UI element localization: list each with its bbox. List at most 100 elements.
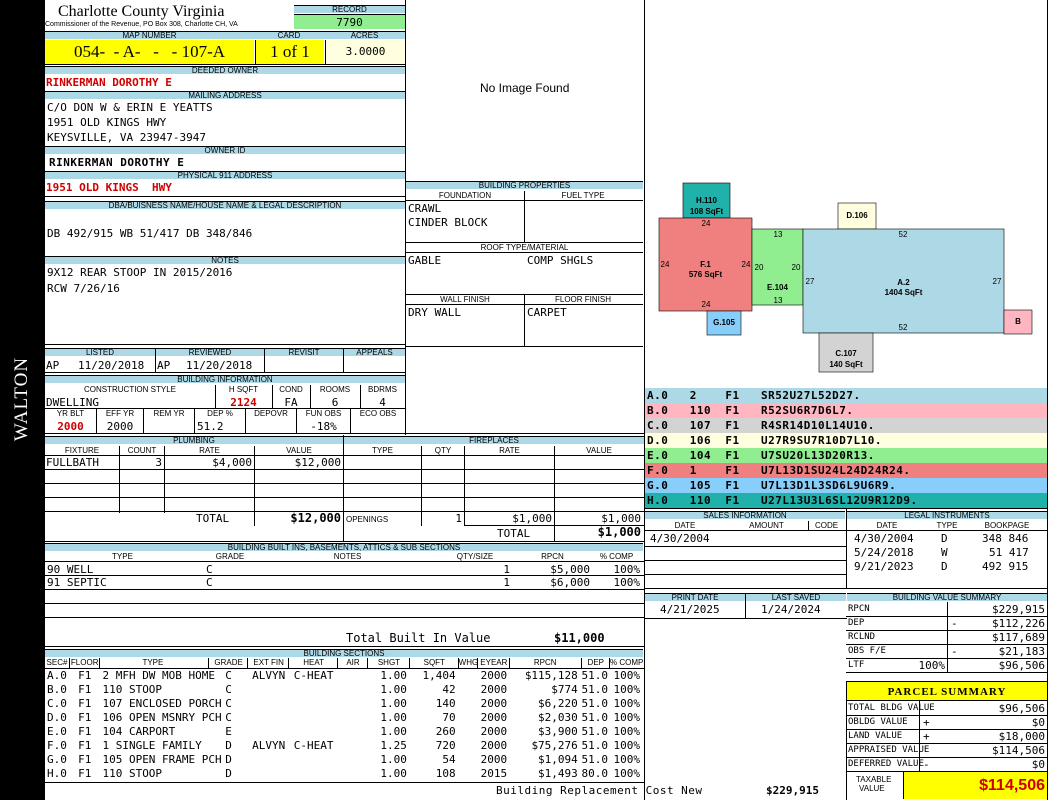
sections-cell: 51.0 (581, 669, 609, 682)
sections-cell: 42 (442, 683, 456, 696)
reviewed-by: AP (157, 359, 171, 372)
sections-cell: 140 (435, 697, 456, 710)
sections-col-10: EYEAR (480, 658, 508, 667)
ps-value: $0 (1031, 716, 1045, 729)
appeals-label: APPEALS (344, 348, 405, 356)
sketch-legend: A.0 2 F1 SR52U27L52D27. B.0 110 F1 R52SU… (645, 388, 1047, 508)
sections-cell: 2000 (480, 669, 508, 682)
sketch-label-d-code: D.106 (846, 211, 868, 220)
plumbing-total: $12,000 (290, 511, 341, 525)
sketch-dim: 24 (701, 219, 711, 228)
sections-cell: 1.00 (380, 711, 407, 724)
sections-cell: 51.0 (581, 697, 609, 710)
map-number-label: MAP NUMBER (45, 31, 254, 39)
sketch-legend-row: F.0 1 F1 U7L13D1SU24L24D24R24. (645, 463, 1047, 478)
sections-cell: 2000 (480, 739, 508, 752)
legal-bookpage: 51 417 (989, 546, 1029, 559)
vs-label: RCLND (848, 632, 876, 642)
yrblt-label: YR BLT (56, 409, 85, 418)
sections-cell: D (225, 767, 232, 780)
sketch-label-e-code: E.104 (767, 283, 788, 292)
building-info-title: BUILDING INFORMATION (45, 375, 405, 383)
foundation-1: CRAWL (408, 202, 442, 215)
sections-cell: F1 (78, 753, 92, 766)
builtin-grade: C (206, 576, 213, 589)
sketch-legend-row: B.0 110 F1 R52SU6R7D6L7. (645, 403, 1047, 418)
sketch-label-h-area: 108 SqFt (689, 207, 724, 216)
sections-cell: 1.00 (380, 669, 407, 682)
builtin-rpcn: $6,000 (550, 576, 590, 589)
fireplace-openings-label: OPENINGS (346, 515, 389, 524)
ps-label: OBLDG VALUE (848, 717, 908, 727)
notes-line-2: RCW 7/26/16 (47, 282, 120, 295)
roof-material: COMP SHGLS (527, 254, 594, 267)
plumbing-rate: $4,000 (212, 456, 252, 469)
listed-date: 11/20/2018 (78, 359, 145, 372)
vs-label: LTF (848, 660, 865, 670)
sections-total-label: Building Replacement Cost New (496, 784, 703, 797)
builtin-type: 91 SEPTIC (47, 576, 107, 589)
plumbing-count: 3 (155, 456, 162, 469)
legal-title: LEGAL INSTRUMENTS (847, 511, 1047, 519)
legal-col-type: TYPE (936, 521, 958, 530)
sections-cell: F1 (78, 683, 92, 696)
sales-title: SALES INFORMATION (645, 511, 845, 519)
sketch-dim: 24 (660, 260, 670, 269)
taxable-label-2: VALUE (859, 784, 885, 793)
foundation-2: CINDER BLOCK (408, 216, 488, 229)
fireplace-total: $1,000 (597, 525, 641, 539)
sections-cell: 106 OPEN MSNRY PCH (102, 711, 222, 724)
notes-line-1: 9X12 REAR STOOP IN 2015/2016 (47, 266, 233, 279)
sections-cell: $2,030 (538, 711, 578, 724)
sections-cell: D (225, 739, 232, 752)
legal-type: W (941, 546, 948, 559)
sections-cell: C (225, 683, 232, 696)
vs-pct: 100% (918, 659, 946, 672)
builtins-col-type: TYPE (112, 552, 133, 561)
sections-col-2: TYPE (142, 658, 164, 667)
sections-cell: 51.0 (581, 725, 609, 738)
sections-cell: 1.00 (380, 725, 407, 738)
sections-cell: 100% (613, 669, 640, 682)
funobs-label: FUN OBS (305, 409, 342, 418)
sketch-label-f-area: 576 SqFt (688, 270, 723, 279)
sketch-dim: 52 (898, 323, 908, 332)
legal-date: 4/30/2004 (854, 532, 914, 545)
builtins-col-grade: GRADE (215, 552, 245, 561)
building-properties-title: BUILDING PROPERTIES (406, 181, 643, 189)
taxable-value: $114,506 (903, 772, 1047, 799)
fireplace-openings-value: $1,000 (601, 512, 641, 525)
ps-value: $96,506 (998, 702, 1045, 715)
sketch-legend-row: G.0 105 F1 U7L13D1L3SD6L9U6R9. (645, 478, 1047, 493)
sections-cell: H.0 (47, 767, 67, 780)
ps-label: DEFERRED VALUE (848, 759, 924, 769)
legal-bookpage: 492 915 (982, 560, 1029, 573)
wall-finish: DRY WALL (408, 306, 461, 319)
dep-label: DEP % (207, 409, 233, 418)
county-title: Charlotte County Virginia (58, 3, 225, 20)
sections-cell: $774 (551, 683, 578, 696)
legal-date: 5/24/2018 (854, 546, 914, 559)
sale-date: 4/30/2004 (650, 532, 710, 545)
yrblt: 2000 (57, 420, 84, 433)
builtins-col-notes: NOTES (333, 552, 362, 561)
sections-cell: D (225, 753, 232, 766)
sections-cell: $75,276 (531, 739, 578, 752)
dba-label: DBA/BUISNESS NAME/HOUSE NAME & LEGAL DES… (45, 201, 405, 209)
vs-label: OBS F/E (848, 646, 886, 656)
plumbing-col-count: COUNT (127, 446, 157, 455)
sections-col-3: GRADE (214, 658, 243, 667)
sections-cell: F1 (78, 739, 92, 752)
sections-header: SEC# FLOOR TYPE GRADE EXT FIN HEAT AIR SHGT SQFT… (45, 658, 643, 668)
legal-type: D (941, 560, 948, 573)
ps-sign: + (923, 730, 930, 743)
sections-cell: 1.00 (380, 767, 407, 780)
sections-cell: 70 (442, 711, 456, 724)
vs-label: RPCN (848, 604, 870, 614)
sections-col-11: RPCN (533, 658, 557, 667)
vs-value: $21,183 (998, 645, 1045, 658)
sections-cell: 1 SINGLE FAMILY (102, 739, 202, 752)
ps-label: APPRAISED VALUE (848, 745, 930, 755)
sections-cell: 100% (613, 767, 640, 780)
plumbing-fixture: FULLBATH (46, 456, 99, 469)
